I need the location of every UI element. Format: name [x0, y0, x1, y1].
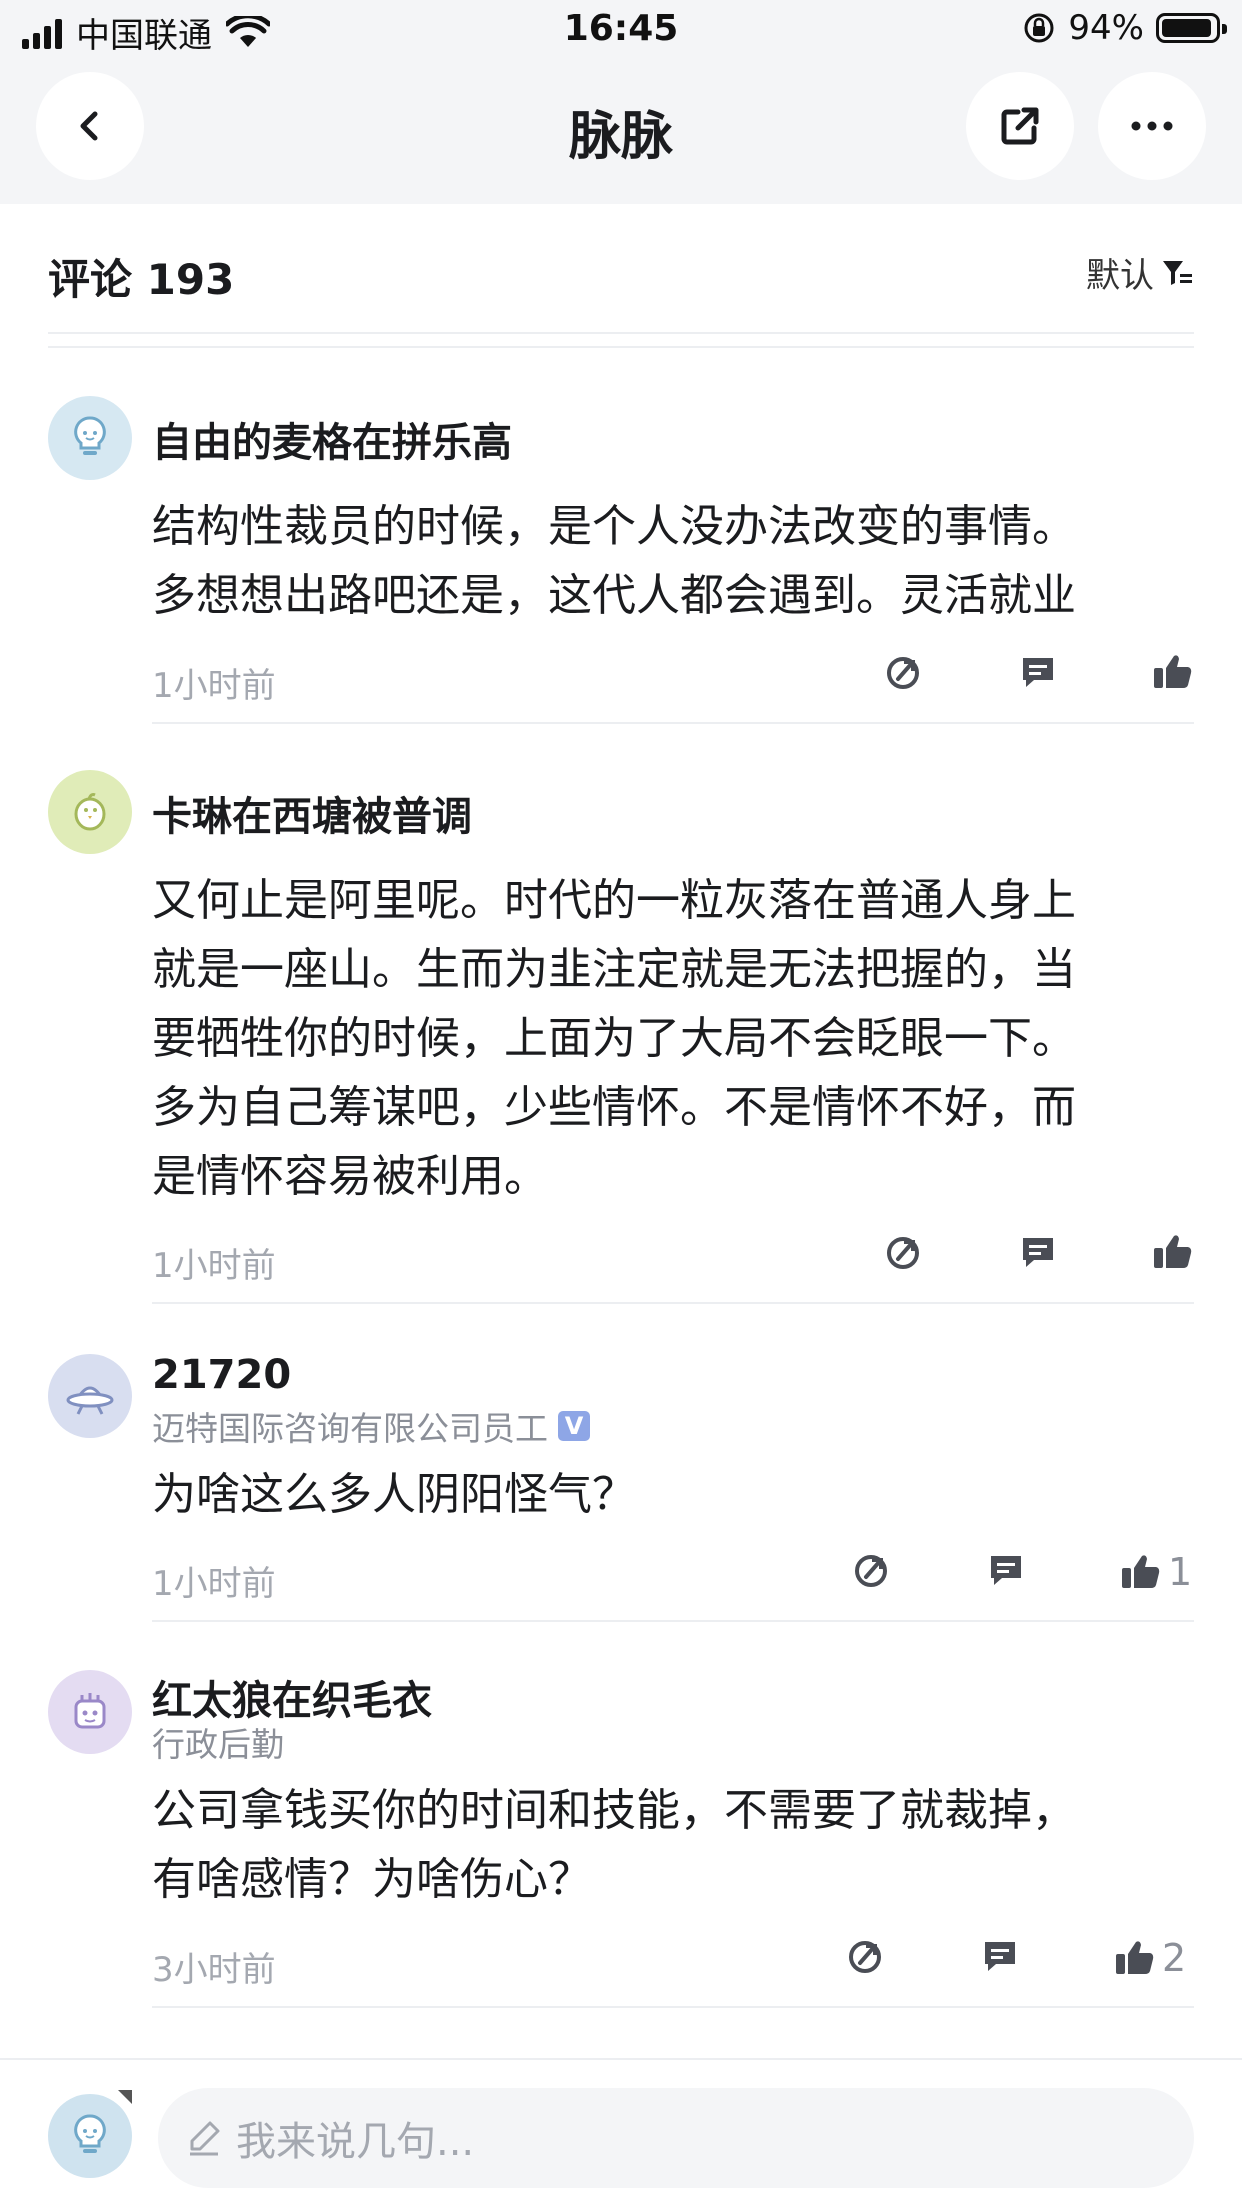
comment-line: 又何止是阿里呢。时代的一粒灰落在普通人身上 [152, 875, 1076, 926]
thumbs-up-icon [1154, 655, 1192, 688]
repost-button[interactable] [884, 652, 924, 692]
comment-line: 要牺牲你的时候，上面为了大局不会眨眼一下。 [152, 1013, 1076, 1064]
comment-icon [991, 1556, 1021, 1585]
more-icon [1131, 121, 1173, 131]
comment-line: 有啥感情？为啥伤心？ [152, 1854, 592, 1905]
comment-line: 多想想出路吧还是，这代人都会遇到。灵活就业 [152, 570, 1076, 621]
like-button[interactable]: 2 [1114, 1936, 1186, 1980]
battery-icon [1156, 13, 1227, 43]
thumbs-up-icon [1154, 1235, 1192, 1268]
battery-nub [1222, 24, 1227, 34]
avatar[interactable] [48, 770, 132, 854]
robot-icon [74, 1693, 106, 1729]
share-button[interactable] [966, 72, 1074, 180]
lightbulb-icon [74, 2114, 106, 2153]
repost-icon [887, 657, 919, 689]
lightbulb-icon [74, 416, 106, 455]
battery-fill [1162, 19, 1211, 37]
comment-input-placeholder: 我来说几句... [236, 2119, 475, 2165]
like-button[interactable] [1152, 1232, 1200, 1272]
ufo-icon [66, 1386, 114, 1415]
repost-button[interactable] [884, 1232, 924, 1272]
username[interactable]: 21720 [152, 1352, 291, 1398]
comment-icon [1023, 658, 1053, 687]
user-job-title: 行政后勤 [152, 1718, 284, 1766]
like-count: 2 [1162, 1936, 1187, 1980]
status-bar: 中国联通 16:45 94% [0, 0, 1242, 62]
comment-text: 为啥这么多人阴阳怪气？ [152, 1460, 1202, 1529]
comment-line: 结构性裁员的时候，是个人没办法改变的事情。 [152, 501, 1076, 552]
comment-text: 又何止是阿里呢。时代的一粒灰落在普通人身上 就是一座山。生而为韭注定就是无法把握… [152, 866, 1202, 1211]
sort-label: 默认 [1086, 256, 1154, 296]
comment-divider [152, 2006, 1194, 2008]
more-button[interactable] [1098, 72, 1206, 180]
comment-text: 公司拿钱买你的时间和技能，不需要了就裁掉， 有啥感情？为啥伤心？ [152, 1776, 1202, 1914]
comment-text: 结构性裁员的时候，是个人没办法改变的事情。 多想想出路吧还是，这代人都会遇到。灵… [152, 492, 1202, 630]
avatar[interactable] [48, 396, 132, 480]
header-divider [48, 346, 1194, 348]
like-button[interactable] [1152, 652, 1200, 692]
comment-icon [985, 1942, 1015, 1971]
repost-button[interactable] [852, 1550, 892, 1590]
comment-time: 1小时前 [152, 666, 276, 706]
reply-button[interactable] [1018, 1232, 1058, 1272]
identity-switch-icon[interactable] [118, 2090, 132, 2104]
comment-divider [152, 722, 1194, 724]
chick-icon [74, 793, 106, 831]
comment-divider [152, 1620, 1194, 1622]
comment-time: 3小时前 [152, 1950, 276, 1990]
repost-button[interactable] [846, 1936, 886, 1976]
username[interactable]: 自由的麦格在拼乐高 [152, 410, 512, 468]
comment-line: 多为自己筹谋吧，少些情怀。不是情怀不好，而 [152, 1082, 1076, 1133]
thumbs-up-icon [1116, 1941, 1154, 1974]
comment-divider [152, 1302, 1194, 1304]
nav-bar: 脉脉 [0, 62, 1242, 204]
share-icon [1001, 107, 1039, 145]
status-right: 94% [1022, 8, 1227, 48]
user-job-title-text: 行政后勤 [152, 1725, 284, 1764]
sort-button[interactable]: 默认 [1086, 248, 1194, 297]
user-company-text: 迈特国际咨询有限公司员工 [152, 1409, 548, 1448]
battery-percent: 94% [1068, 8, 1144, 48]
like-count: 1 [1168, 1550, 1193, 1594]
comment-input[interactable]: 我来说几句... [158, 2088, 1194, 2188]
username[interactable]: 卡琳在西塘被普调 [152, 784, 472, 842]
comment-line: 是情怀容易被利用。 [152, 1151, 548, 1202]
comment-icon [1023, 1238, 1053, 1267]
comment-time: 1小时前 [152, 1564, 276, 1604]
user-company: 迈特国际咨询有限公司员工 V [152, 1402, 590, 1450]
like-button[interactable]: 1 [1120, 1550, 1192, 1594]
my-avatar[interactable] [48, 2094, 132, 2178]
comments-header: 评论 193 默认 [48, 204, 1194, 334]
pencil-icon [190, 2121, 220, 2156]
comment-line: 公司拿钱买你的时间和技能，不需要了就裁掉， [152, 1785, 1076, 1836]
comment-input-bar: 我来说几句... [0, 2058, 1242, 2210]
repost-icon [849, 1941, 881, 1973]
filter-icon [1163, 260, 1192, 285]
avatar[interactable] [48, 1354, 132, 1438]
reply-button[interactable] [986, 1550, 1026, 1590]
reply-button[interactable] [1018, 652, 1058, 692]
repost-icon [855, 1555, 887, 1587]
avatar[interactable] [48, 1670, 132, 1754]
orientation-lock-icon [1024, 13, 1054, 43]
repost-icon [887, 1237, 919, 1269]
thumbs-up-icon [1122, 1555, 1160, 1588]
verified-badge-icon: V [558, 1411, 590, 1441]
comment-time: 1小时前 [152, 1246, 276, 1286]
comments-count: 评论 193 [48, 255, 235, 304]
reply-button[interactable] [980, 1936, 1020, 1976]
comment-line: 就是一座山。生而为韭注定就是无法把握的，当 [152, 944, 1076, 995]
comment-line: 为啥这么多人阴阳怪气？ [152, 1469, 636, 1520]
